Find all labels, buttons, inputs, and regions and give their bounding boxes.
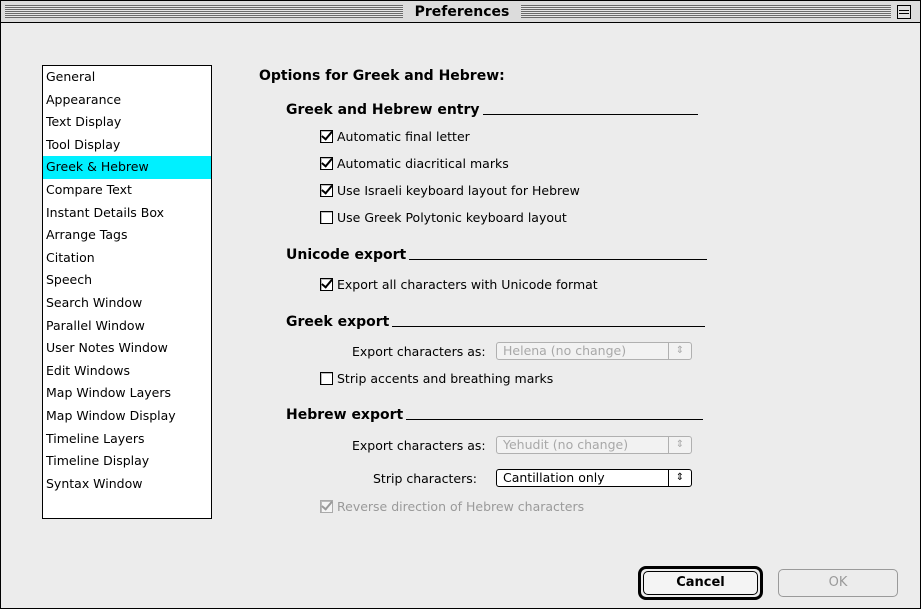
dialog-content: General Appearance Text Display Tool Displa…: [8, 25, 914, 602]
category-item[interactable]: Tool Display: [43, 134, 211, 157]
title-bar-stripes-right: [521, 5, 891, 18]
cancel-button[interactable]: Cancel: [643, 571, 758, 595]
section-divider: [409, 258, 708, 260]
greek-export-as-label: Export characters as:: [352, 344, 486, 359]
israeli-layout-label: Use Israeli keyboard layout for Hebrew: [337, 183, 580, 198]
category-item[interactable]: Syntax Window: [43, 473, 211, 496]
updown-arrows-icon: ⇕: [668, 470, 691, 486]
reverse-direction-checkbox[interactable]: Reverse direction of Hebrew characters: [320, 499, 584, 514]
export-unicode-label: Export all characters with Unicode forma…: [337, 277, 598, 292]
category-item[interactable]: Arrange Tags: [43, 224, 211, 247]
ok-button[interactable]: OK: [778, 569, 898, 597]
strip-accents-label: Strip accents and breathing marks: [337, 371, 554, 386]
preferences-window: Preferences General Appearance Text Displa…: [0, 0, 921, 609]
category-list[interactable]: General Appearance Text Display Tool Displa…: [42, 65, 212, 519]
strip-accents-checkbox[interactable]: Strip accents and breathing marks: [320, 371, 553, 386]
category-item[interactable]: Parallel Window: [43, 315, 211, 338]
section-unicode: Unicode export: [286, 247, 708, 263]
polytonic-layout-checkbox[interactable]: Use Greek Polytonic keyboard layout: [320, 210, 567, 225]
category-item[interactable]: Map Window Layers: [43, 382, 211, 405]
automatic-final-letter-checkbox[interactable]: Automatic final letter: [320, 129, 470, 144]
title-bar[interactable]: Preferences: [1, 1, 920, 23]
strip-characters-value: Cantillation only: [503, 470, 605, 485]
category-item[interactable]: Edit Windows: [43, 360, 211, 383]
checkmark-icon[interactable]: [320, 130, 333, 143]
section-entry-title: Greek and Hebrew entry: [286, 102, 480, 118]
israeli-layout-checkbox[interactable]: Use Israeli keyboard layout for Hebrew: [320, 183, 580, 198]
greek-export-as-value: Helena (no change): [503, 343, 627, 358]
section-entry: Greek and Hebrew entry: [286, 102, 698, 118]
collapse-box-icon[interactable]: [897, 5, 911, 19]
checkmark-icon[interactable]: [320, 184, 333, 197]
section-greek-export-title: Greek export: [286, 314, 390, 330]
checkmark-icon[interactable]: [320, 278, 333, 291]
section-divider: [392, 325, 706, 327]
greek-export-as-popup[interactable]: Helena (no change) ⇕: [496, 342, 692, 360]
hebrew-export-as-label: Export characters as:: [352, 438, 486, 453]
window-title: Preferences: [403, 3, 521, 21]
category-item[interactable]: Text Display: [43, 111, 211, 134]
category-item[interactable]: Timeline Display: [43, 450, 211, 473]
page-heading: Options for Greek and Hebrew:: [259, 68, 505, 84]
polytonic-layout-label: Use Greek Polytonic keyboard layout: [337, 210, 567, 225]
section-divider: [482, 113, 698, 115]
section-unicode-title: Unicode export: [286, 247, 407, 263]
strip-characters-popup[interactable]: Cantillation only ⇕: [496, 469, 692, 487]
reverse-direction-label: Reverse direction of Hebrew characters: [337, 499, 585, 514]
category-item[interactable]: Map Window Display: [43, 405, 211, 428]
checkmark-icon[interactable]: [320, 157, 333, 170]
updown-arrows-icon: ⇕: [668, 437, 691, 453]
export-unicode-checkbox[interactable]: Export all characters with Unicode forma…: [320, 277, 598, 292]
automatic-diacritical-label: Automatic diacritical marks: [337, 156, 509, 171]
checkbox-box[interactable]: [320, 211, 333, 224]
section-hebrew-export-title: Hebrew export: [286, 407, 404, 423]
category-item[interactable]: Compare Text: [43, 179, 211, 202]
checkmark-icon[interactable]: [320, 500, 333, 513]
automatic-diacritical-checkbox[interactable]: Automatic diacritical marks: [320, 156, 509, 171]
automatic-final-letter-label: Automatic final letter: [337, 129, 470, 144]
section-greek-export: Greek export: [286, 314, 706, 330]
category-item[interactable]: Speech: [43, 269, 211, 292]
checkbox-box[interactable]: [320, 372, 333, 385]
hebrew-export-as-popup[interactable]: Yehudit (no change) ⇕: [496, 436, 692, 454]
category-item[interactable]: Search Window: [43, 292, 211, 315]
title-bar-stripes-left: [5, 5, 403, 18]
category-item[interactable]: Appearance: [43, 89, 211, 112]
category-item[interactable]: Timeline Layers: [43, 428, 211, 451]
category-item[interactable]: Citation: [43, 247, 211, 270]
category-item[interactable]: General: [43, 66, 211, 89]
strip-characters-label: Strip characters:: [373, 471, 477, 486]
category-item[interactable]: Greek & Hebrew: [43, 156, 211, 179]
hebrew-export-as-value: Yehudit (no change): [503, 437, 629, 452]
section-hebrew-export: Hebrew export: [286, 407, 704, 423]
category-item[interactable]: User Notes Window: [43, 337, 211, 360]
updown-arrows-icon: ⇕: [668, 343, 691, 359]
section-divider: [406, 418, 704, 420]
category-item[interactable]: Instant Details Box: [43, 202, 211, 225]
